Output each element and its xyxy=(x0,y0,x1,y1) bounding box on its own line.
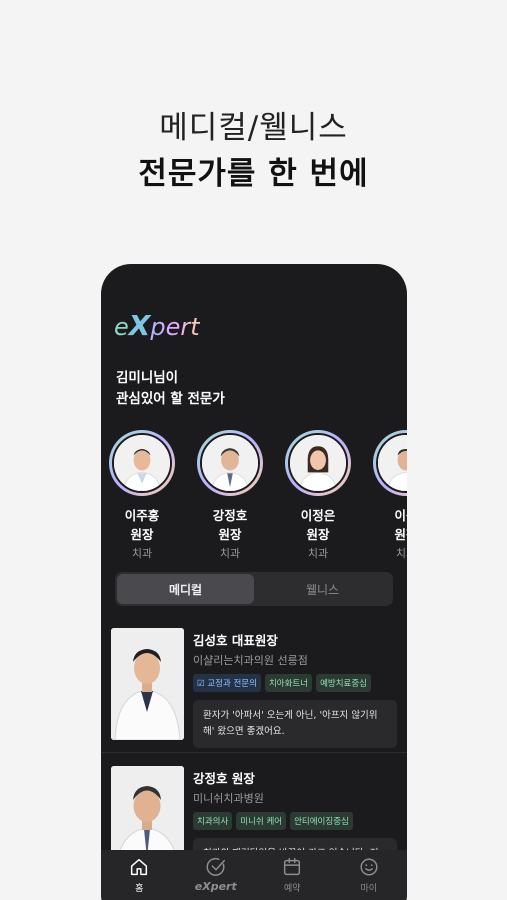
doctor-photo-icon xyxy=(111,628,184,740)
expert-title: 원장 xyxy=(394,527,407,542)
expert-specialty: 치과 xyxy=(219,547,241,560)
avatar xyxy=(373,430,407,496)
expert-name: 이정은 xyxy=(300,508,336,523)
expert-item[interactable]: 이주홍 원장 치과 xyxy=(109,430,175,564)
clinic-name: 이샬리는치과의원 선릉점 xyxy=(193,654,308,667)
check-circle-icon xyxy=(206,857,225,876)
verified-check-icon: ☑ xyxy=(197,679,208,689)
expert-specialty: 치과 xyxy=(395,547,407,560)
clinic-name: 미니쉬치과병원 xyxy=(193,792,264,805)
headline-line-2: 전문가를 한 번에 xyxy=(138,156,369,192)
expert-quote: 환자가 '아파서' 오는게 아닌, '아프지 않기위해' 왔으면 좋겠어요. xyxy=(193,700,397,748)
category-segmented-control: 메디컬 웰니스 xyxy=(115,572,393,606)
tab-expert[interactable]: eXpert xyxy=(178,856,255,900)
bottom-tab-bar: 홈 eXpert 예약 마이 xyxy=(101,850,407,900)
tab-label: 예약 xyxy=(283,884,301,894)
tab-reservation[interactable]: 예약 xyxy=(254,856,331,900)
tag: 치아화트너 xyxy=(264,674,313,692)
greeting-line-1: 김미니님이 xyxy=(116,370,179,386)
avatar xyxy=(285,430,351,496)
smile-icon xyxy=(360,858,378,876)
home-icon xyxy=(131,858,148,876)
expert-title: 원장 xyxy=(218,527,242,542)
expert-specialty: 치과 xyxy=(307,547,329,560)
tab-label: 마이 xyxy=(360,884,378,894)
doctor-portrait-icon xyxy=(290,435,346,491)
expert-name: 이상 xyxy=(394,508,407,523)
tab-wellness[interactable]: 웰니스 xyxy=(254,574,391,604)
expert-item[interactable]: 이정은 원장 치과 xyxy=(285,430,351,564)
greeting-line-2: 관심있어 할 전문가 xyxy=(116,391,225,407)
headline: 메디컬/웰니스 전문가를 한 번에 xyxy=(0,108,507,196)
tag-list: ☑ 교정과 전문의 치아화트너 예방치료중심 xyxy=(193,674,371,692)
tab-label: 홈 xyxy=(135,884,144,894)
expert-item[interactable]: 이상 원장 치과 xyxy=(373,430,407,564)
doctor-portrait-icon xyxy=(378,435,407,491)
headline-line-1: 메디컬/웰니스 xyxy=(159,110,348,146)
expert-photo xyxy=(111,628,184,740)
expert-specialty: 치과 xyxy=(131,547,153,560)
card-divider xyxy=(101,752,407,753)
avatar xyxy=(197,430,263,496)
recommended-experts: 이주홍 원장 치과 강정호 원장 치과 이정은 원장 치과 이 원 치 xyxy=(109,430,407,564)
expert-name: 강정호 xyxy=(212,508,248,523)
tab-label: eXpert xyxy=(194,880,237,893)
app-logo: e Xpert xyxy=(114,309,200,342)
expert-name: 이주홍 xyxy=(124,508,160,523)
tag: 치과의사 xyxy=(193,812,233,830)
expert-title: 원장 xyxy=(130,527,154,542)
tab-medical[interactable]: 메디컬 xyxy=(117,574,254,604)
doctor-portrait-icon xyxy=(202,435,258,491)
tag: 예방치료중심 xyxy=(316,674,371,692)
tag-list: 치과의사 미니쉬 케어 안티에이징중심 xyxy=(193,812,353,830)
expert-name: 김성호 대표원장 xyxy=(193,633,278,648)
verified-tag: ☑ 교정과 전문의 xyxy=(193,674,261,692)
greeting: 김미니님이 관심있어 할 전문가 xyxy=(116,368,225,410)
tab-home[interactable]: 홈 xyxy=(101,856,178,900)
calendar-icon xyxy=(284,858,301,876)
tag: 미니쉬 케어 xyxy=(236,812,287,830)
avatar xyxy=(109,430,175,496)
phone-screen: e Xpert 김미니님이 관심있어 할 전문가 이주홍 원장 치과 강정호 원… xyxy=(101,264,407,900)
expert-title: 원장 xyxy=(306,527,330,542)
tab-my[interactable]: 마이 xyxy=(331,856,408,900)
expert-item[interactable]: 강정호 원장 치과 xyxy=(197,430,263,564)
tag: 안티에이징중심 xyxy=(290,812,353,830)
doctor-portrait-icon xyxy=(114,435,170,491)
expert-name: 강정호 원장 xyxy=(193,771,255,786)
